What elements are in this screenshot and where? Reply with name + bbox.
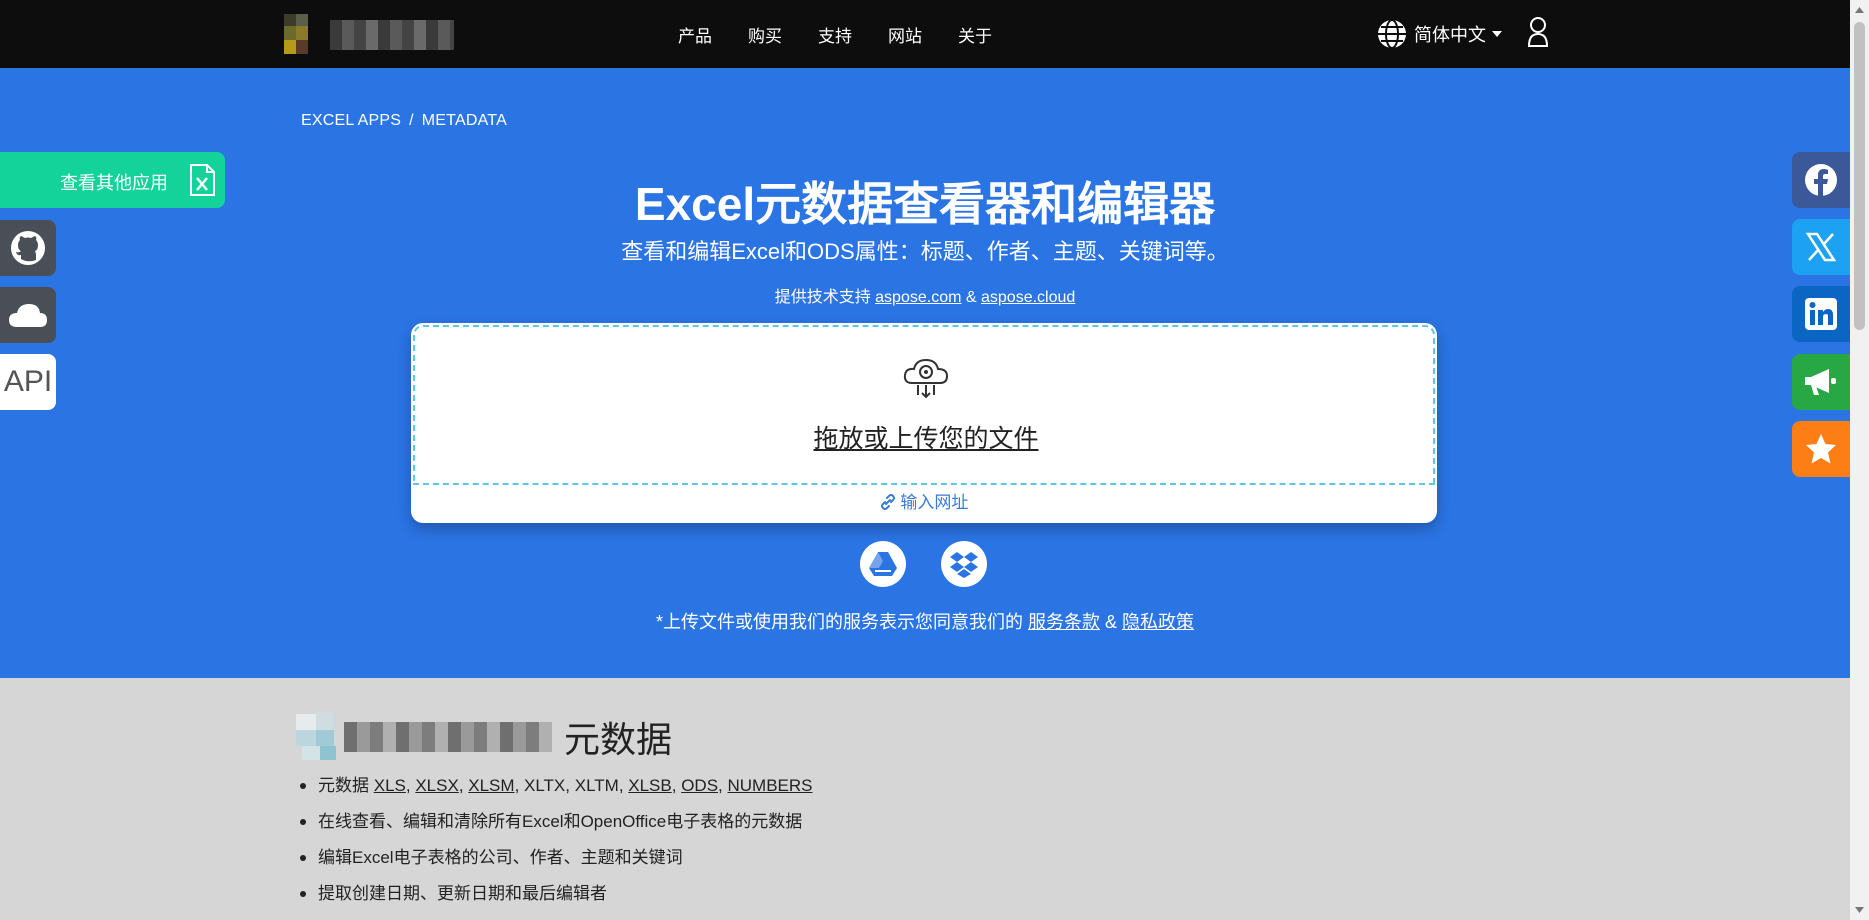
page-subtitle: 查看和编辑Excel和ODS属性：标题、作者、主题、关键词等。: [621, 239, 1229, 264]
cloud-upload-icon: [903, 358, 949, 399]
link-icon: [880, 494, 895, 510]
facebook-share-button[interactable]: [1792, 152, 1850, 208]
privacy-policy-link[interactable]: 隐私政策: [1122, 612, 1194, 632]
breadcrumb-metadata[interactable]: METADATA: [422, 112, 507, 129]
favorite-button[interactable]: [1792, 421, 1850, 477]
dropbox-button[interactable]: [941, 541, 987, 587]
breadcrumb-excel-apps[interactable]: EXCEL APPS: [301, 112, 401, 129]
cloud-button[interactable]: [0, 287, 56, 343]
section-title: 元数据: [564, 719, 673, 760]
top-navbar: 产品 购买 支持 网站 关于 简体中文: [0, 0, 1850, 68]
nav-about[interactable]: 关于: [940, 22, 1010, 47]
list-item: 元数据 XLS, XLSX, XLSM, XLTX, XLTM, XLSB, O…: [296, 774, 813, 810]
linkedin-share-button[interactable]: [1792, 286, 1850, 342]
nav-purchase[interactable]: 购买: [730, 22, 800, 47]
dropbox-icon: [950, 552, 978, 578]
powered-by: 提供技术支持 aspose.com & aspose.cloud: [774, 289, 1076, 306]
format-link-xls[interactable]: XLS: [374, 776, 406, 795]
cloud-icon: [9, 304, 47, 327]
scroll-down-arrow-icon[interactable]: [1853, 904, 1866, 916]
hero-section: EXCEL APPS / METADATA Excel元数据查看器和编辑器 查看和编…: [0, 68, 1850, 678]
aspose-com-link[interactable]: aspose.com: [875, 289, 961, 306]
x-share-button[interactable]: [1792, 219, 1850, 275]
nav-products[interactable]: 产品: [660, 22, 730, 47]
facebook-icon: [1805, 164, 1837, 196]
product-logo-image: [296, 712, 556, 762]
terms-of-service-link[interactable]: 服务条款: [1028, 612, 1100, 632]
site-logo[interactable]: [284, 14, 454, 54]
api-button[interactable]: API: [0, 354, 56, 410]
github-button[interactable]: [0, 220, 56, 276]
list-item: 编辑Excel电子表格的公司、作者、主题和关键词: [296, 846, 813, 882]
aspose-cloud-link[interactable]: aspose.cloud: [981, 289, 1075, 306]
scroll-up-arrow-icon[interactable]: [1853, 4, 1866, 16]
nav-support[interactable]: 支持: [800, 22, 870, 47]
format-link-xlsb[interactable]: XLSB: [628, 776, 671, 795]
google-drive-icon: [869, 552, 897, 576]
globe-icon: [1378, 19, 1406, 49]
linkedin-icon: [1805, 298, 1837, 330]
language-selector[interactable]: 简体中文: [1376, 16, 1502, 52]
other-apps-button[interactable]: 查看其他应用: [0, 152, 225, 208]
user-icon[interactable]: [1527, 16, 1549, 48]
excel-file-icon: [190, 164, 215, 196]
terms-notice: *上传文件或使用我们的服务表示您同意我们的 服务条款 & 隐私政策: [655, 612, 1195, 632]
breadcrumb: EXCEL APPS / METADATA: [301, 112, 507, 129]
caret-down-icon: [1492, 31, 1502, 37]
upload-card: 拖放或上传您的文件 输入网址: [411, 323, 1437, 523]
google-drive-button[interactable]: [860, 541, 906, 587]
page-title: Excel元数据查看器和编辑器: [634, 178, 1216, 230]
format-link-numbers[interactable]: NUMBERS: [728, 776, 813, 795]
list-item: 在线查看、编辑和清除所有Excel和OpenOffice电子表格的元数据: [296, 810, 813, 846]
announce-button[interactable]: [1792, 354, 1850, 410]
nav-links: 产品 购买 支持 网站 关于: [660, 0, 1010, 68]
nav-website[interactable]: 网站: [870, 22, 940, 47]
metadata-section-heading: 元数据: [296, 712, 672, 762]
github-icon: [11, 231, 45, 265]
star-icon: [1806, 434, 1836, 464]
feature-list: 元数据 XLS, XLSX, XLSM, XLTX, XLTM, XLSB, O…: [296, 774, 813, 918]
drop-upload-text[interactable]: 拖放或上传您的文件: [415, 419, 1437, 455]
language-label: 简体中文: [1414, 25, 1486, 45]
megaphone-icon: [1805, 369, 1836, 395]
format-link-xlsm[interactable]: XLSM: [468, 776, 514, 795]
scrollbar-thumb[interactable]: [1854, 22, 1865, 330]
enter-url-link[interactable]: 输入网址: [411, 488, 1437, 513]
file-dropzone[interactable]: 拖放或上传您的文件: [413, 325, 1435, 485]
format-link-ods[interactable]: ODS: [681, 776, 718, 795]
format-link-xlsx[interactable]: XLSX: [415, 776, 458, 795]
x-twitter-icon: [1805, 232, 1837, 262]
list-item: 提取创建日期、更新日期和最后编辑者: [296, 882, 813, 918]
